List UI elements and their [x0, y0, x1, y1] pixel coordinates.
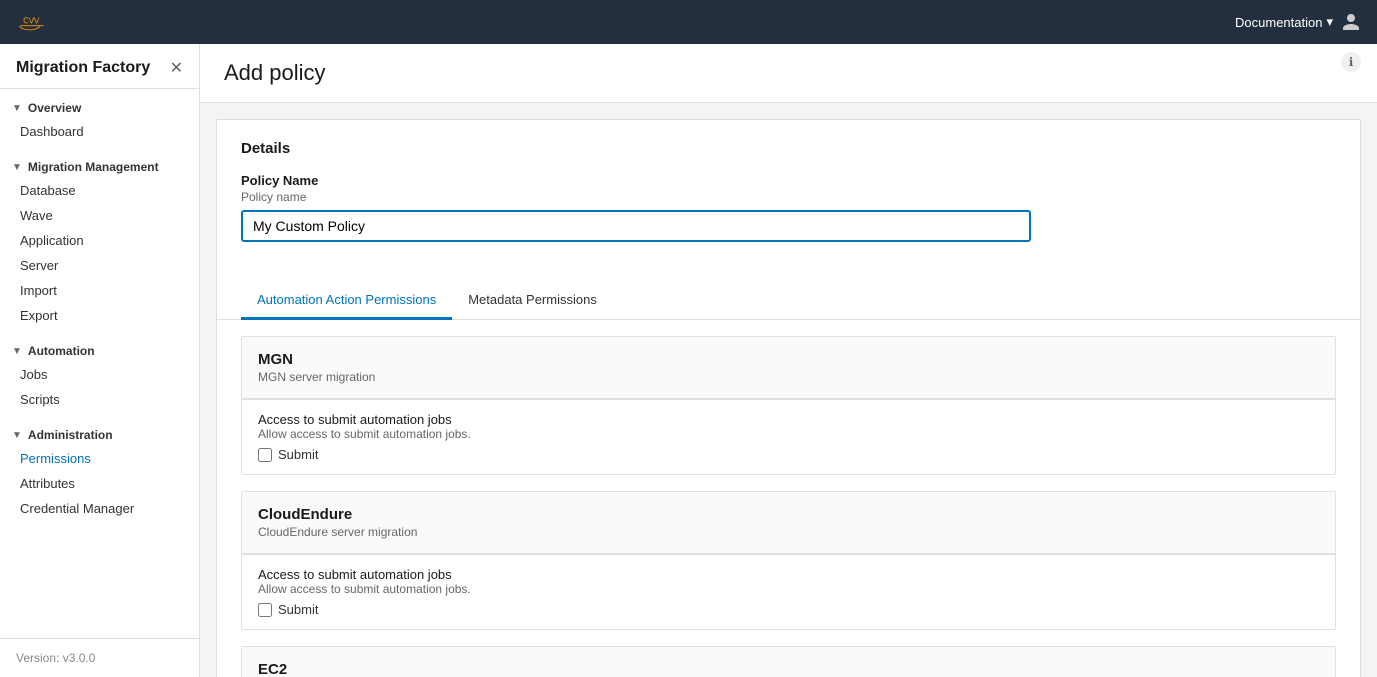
sidebar-item-server[interactable]: Server	[0, 253, 199, 278]
mgn-submit-item: Access to submit automation jobs Allow a…	[242, 399, 1335, 474]
administration-section-header[interactable]: ▼ Administration	[0, 424, 199, 446]
sidebar-section-administration: ▼ Administration Permissions Attributes …	[0, 416, 199, 525]
user-icon[interactable]	[1341, 12, 1361, 32]
documentation-label: Documentation	[1235, 15, 1322, 30]
ec2-title: EC2	[258, 661, 1319, 677]
policy-name-sublabel: Policy name	[241, 190, 1336, 204]
page-title: Add policy	[224, 60, 1353, 86]
administration-label: Administration	[28, 428, 113, 442]
cloudendure-submit-label[interactable]: Submit	[278, 602, 318, 617]
top-nav: Documentation ▾	[0, 0, 1377, 44]
administration-chevron: ▼	[12, 430, 22, 441]
tab-automation-action-permissions[interactable]: Automation Action Permissions	[241, 282, 452, 320]
migration-section-header[interactable]: ▼ Migration Management	[0, 156, 199, 178]
main-header: Add policy	[200, 44, 1377, 103]
tab-metadata-permissions[interactable]: Metadata Permissions	[452, 282, 613, 320]
automation-label: Automation	[28, 344, 95, 358]
cloudendure-submit-checkbox[interactable]	[258, 603, 272, 617]
tab-metadata-label: Metadata Permissions	[468, 292, 597, 307]
overview-section-header[interactable]: ▼ Overview	[0, 97, 199, 119]
mgn-submit-title: Access to submit automation jobs	[258, 412, 1319, 427]
sidebar-item-credential-manager[interactable]: Credential Manager	[0, 496, 199, 521]
sidebar-version: Version: v3.0.0	[0, 638, 199, 677]
tabs-container: Automation Action Permissions Metadata P…	[217, 282, 1360, 320]
automation-chevron: ▼	[12, 346, 22, 357]
policy-name-group: Policy Name Policy name	[241, 173, 1336, 242]
overview-chevron: ▼	[12, 103, 22, 114]
sidebar-item-dashboard[interactable]: Dashboard	[0, 119, 199, 144]
details-section-title: Details	[241, 140, 1336, 157]
close-icon[interactable]: ✕	[170, 58, 183, 78]
sidebar-item-database[interactable]: Database	[0, 178, 199, 203]
sidebar-title: Migration Factory	[16, 59, 150, 77]
cloudendure-submit-title: Access to submit automation jobs	[258, 567, 1319, 582]
sidebar-item-scripts[interactable]: Scripts	[0, 387, 199, 412]
mgn-header: MGN MGN server migration	[242, 337, 1335, 399]
info-icon[interactable]: ℹ	[1341, 52, 1361, 72]
mgn-submit-checkbox[interactable]	[258, 448, 272, 462]
mgn-title: MGN	[258, 351, 1319, 368]
permission-group-cloudendure: CloudEndure CloudEndure server migration…	[241, 491, 1336, 630]
cloudendure-submit-desc: Allow access to submit automation jobs.	[258, 582, 1319, 596]
migration-label: Migration Management	[28, 160, 159, 174]
permission-group-mgn: MGN MGN server migration Access to submi…	[241, 336, 1336, 475]
sidebar-item-wave[interactable]: Wave	[0, 203, 199, 228]
sidebar-header: Migration Factory ✕	[0, 44, 199, 89]
mgn-submit-label[interactable]: Submit	[278, 447, 318, 462]
cloudendure-title: CloudEndure	[258, 506, 1319, 523]
mgn-submit-row: Submit	[258, 447, 1319, 462]
automation-section-header[interactable]: ▼ Automation	[0, 340, 199, 362]
main-content: Add policy Details Policy Name Policy na…	[200, 44, 1377, 677]
sidebar-item-application[interactable]: Application	[0, 228, 199, 253]
permissions-content: MGN MGN server migration Access to submi…	[217, 336, 1360, 677]
details-card: Details Policy Name Policy name Automati…	[216, 119, 1361, 677]
top-nav-right: Documentation ▾	[1235, 12, 1361, 32]
sidebar: Migration Factory ✕ ▼ Overview Dashboard…	[0, 44, 200, 677]
cloudendure-submit-row: Submit	[258, 602, 1319, 617]
docs-chevron: ▾	[1326, 14, 1333, 30]
policy-name-label: Policy Name	[241, 173, 1336, 188]
sidebar-item-permissions[interactable]: Permissions	[0, 446, 199, 471]
ec2-header: EC2 New EC2 Build	[242, 647, 1335, 677]
aws-logo	[16, 11, 48, 34]
sidebar-section-overview: ▼ Overview Dashboard	[0, 89, 199, 148]
sidebar-item-import[interactable]: Import	[0, 278, 199, 303]
details-section: Details Policy Name Policy name	[217, 120, 1360, 266]
mgn-submit-desc: Allow access to submit automation jobs.	[258, 427, 1319, 441]
sidebar-item-export[interactable]: Export	[0, 303, 199, 328]
sidebar-item-attributes[interactable]: Attributes	[0, 471, 199, 496]
sidebar-item-jobs[interactable]: Jobs	[0, 362, 199, 387]
documentation-link[interactable]: Documentation ▾	[1235, 14, 1333, 30]
cloudendure-submit-item: Access to submit automation jobs Allow a…	[242, 554, 1335, 629]
tab-automation-label: Automation Action Permissions	[257, 292, 436, 307]
overview-label: Overview	[28, 101, 81, 115]
migration-chevron: ▼	[12, 162, 22, 173]
policy-name-input[interactable]	[241, 210, 1031, 242]
cloudendure-subtitle: CloudEndure server migration	[258, 525, 1319, 539]
sidebar-section-migration: ▼ Migration Management Database Wave App…	[0, 148, 199, 332]
mgn-subtitle: MGN server migration	[258, 370, 1319, 384]
permission-group-ec2: EC2 New EC2 Build Access to submit autom…	[241, 646, 1336, 677]
cloudendure-header: CloudEndure CloudEndure server migration	[242, 492, 1335, 554]
sidebar-section-automation: ▼ Automation Jobs Scripts	[0, 332, 199, 416]
